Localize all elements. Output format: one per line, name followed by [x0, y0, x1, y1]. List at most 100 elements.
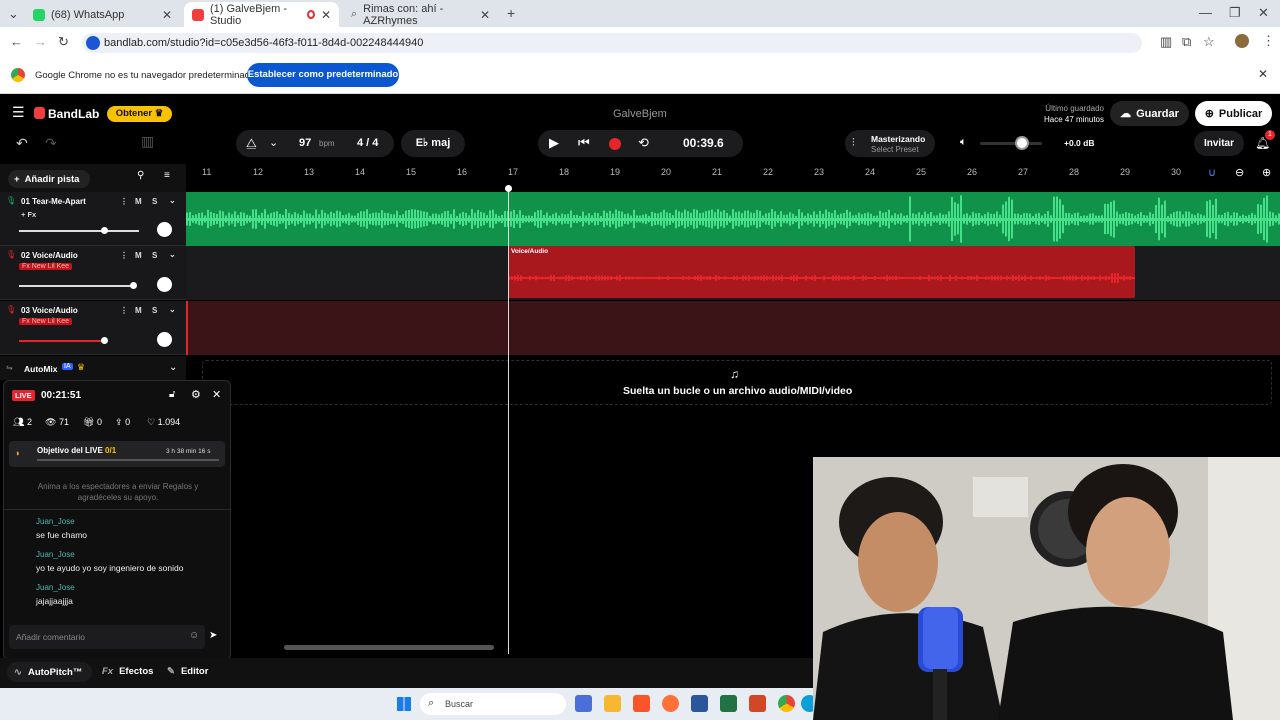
chevron-down-icon[interactable]: ⌄: [269, 136, 278, 149]
playhead[interactable]: [508, 186, 509, 654]
add-fx-button[interactable]: + Fx: [21, 210, 36, 219]
tab-whatsapp[interactable]: (68) WhatsApp ✕: [25, 2, 180, 27]
track-volume-slider[interactable]: [19, 285, 136, 287]
minimize-icon[interactable]: —: [1199, 5, 1212, 20]
brave-icon[interactable]: [633, 695, 650, 712]
project-title[interactable]: GalveBjem: [613, 108, 667, 120]
forward-icon[interactable]: →: [34, 34, 47, 49]
profile-avatar[interactable]: [1235, 34, 1249, 48]
mute-button[interactable]: M: [135, 251, 142, 260]
chevron-down-icon[interactable]: ⌄: [169, 305, 176, 314]
bpm-value[interactable]: 97: [299, 137, 311, 149]
automix-row[interactable]: ⇋ AutoMix IA ♛ ⌄: [0, 356, 186, 380]
reload-icon[interactable]: ↻: [58, 34, 69, 50]
drop-zone[interactable]: ♫ Suelta un bucle o un archivo audio/MID…: [202, 360, 1272, 405]
solo-button[interactable]: S: [152, 197, 157, 206]
magnet-snap-icon[interactable]: ∪: [1208, 166, 1216, 179]
track-lane-1[interactable]: [186, 192, 1280, 246]
volume-slider-thumb[interactable]: [101, 337, 108, 344]
playhead-handle[interactable]: [505, 185, 512, 192]
skip-back-icon[interactable]: ⏮: [578, 135, 590, 151]
settings-gear-icon[interactable]: ⚙: [191, 388, 201, 401]
powerpoint-icon[interactable]: [749, 695, 766, 712]
play-icon[interactable]: ▶: [549, 135, 559, 151]
tuning-fork-icon[interactable]: ⚲: [137, 170, 144, 181]
comment-input[interactable]: Añadir comentario ☺: [9, 625, 205, 649]
chat-username[interactable]: Juan_Jose: [36, 550, 75, 559]
track-volume-slider[interactable]: [19, 340, 104, 342]
track-lane-3[interactable]: [186, 301, 1280, 355]
bookmark-star-icon[interactable]: ☆: [1203, 34, 1215, 50]
set-default-button[interactable]: Establecer como predeterminado: [247, 63, 399, 87]
undo-icon[interactable]: ↶: [16, 135, 28, 152]
file-explorer-icon[interactable]: [604, 695, 621, 712]
mute-button[interactable]: M: [135, 306, 142, 315]
fx-preset-tag[interactable]: Fx New Lil Kee: [19, 318, 73, 325]
chevron-down-icon[interactable]: ⌄: [169, 362, 177, 373]
new-tab-icon[interactable]: +: [507, 5, 515, 21]
track-header-1[interactable]: 🎙︎ 01 Tear-Me-Apart + Fx ⋮ M S ⌄: [0, 192, 186, 246]
time-signature[interactable]: 4 / 4: [357, 137, 378, 149]
volume-slider-thumb[interactable]: [1015, 136, 1029, 150]
emoji-icon[interactable]: ☺: [189, 630, 199, 641]
zoom-out-icon[interactable]: ⊖: [1235, 166, 1244, 179]
piano-keys-icon[interactable]: ▥: [141, 133, 161, 153]
track-menu-icon[interactable]: ⋮: [120, 251, 128, 260]
tab-search-icon[interactable]: ⌄: [8, 6, 19, 22]
restore-icon[interactable]: ❐: [1229, 5, 1241, 21]
volume-icon[interactable]: 🔈︎: [960, 136, 967, 149]
track-header-3[interactable]: 🎙︎ 03 Voice/Audio Fx New Lil Kee ⋮ M S ⌄: [0, 301, 186, 355]
timeline-ruler[interactable]: 11 12 13 14 15 16 17 18 19 20 21 22 23 24 25 26 27 28 29 30: [186, 164, 1280, 182]
add-track-button[interactable]: + Añadir pista: [8, 170, 90, 188]
solo-button[interactable]: S: [152, 306, 157, 315]
site-info-icon[interactable]: [86, 36, 100, 50]
chat-username[interactable]: Juan_Jose: [36, 583, 75, 592]
send-icon[interactable]: ➤: [209, 630, 217, 641]
autopitch-button[interactable]: ∿ AutoPitch™: [7, 662, 92, 682]
close-icon[interactable]: ✕: [212, 388, 221, 401]
loop-icon[interactable]: ⟲: [638, 135, 649, 151]
chevron-down-icon[interactable]: ⌄: [169, 196, 176, 205]
back-icon[interactable]: ←: [10, 34, 23, 49]
live-goal-card[interactable]: ◗ Objetivo del LIVE 0/1 3 h 38 min 16 s: [9, 441, 225, 467]
master-volume-slider[interactable]: [980, 142, 1042, 145]
track-header-2[interactable]: 🎙︎ 02 Voice/Audio Fx New Lil Kee ⋮ M S ⌄: [0, 246, 186, 300]
hamburger-menu-icon[interactable]: ☰: [12, 105, 25, 119]
pan-knob[interactable]: [157, 222, 172, 237]
chevron-down-icon[interactable]: ⌄: [169, 250, 176, 259]
mastering-button[interactable]: ⫶ Masterizando Select Preset: [845, 130, 935, 157]
track-name[interactable]: 03 Voice/Audio: [21, 306, 78, 315]
excel-icon[interactable]: [720, 695, 737, 712]
obtener-button[interactable]: Obtener ♛: [107, 106, 172, 122]
task-view-icon[interactable]: [575, 695, 592, 712]
bandlab-logo-text[interactable]: BandLab: [48, 107, 99, 121]
fx-preset-tag[interactable]: Fx New Lil Kee: [19, 263, 73, 270]
close-icon[interactable]: ✕: [162, 8, 172, 22]
mixer-icon[interactable]: ≡: [164, 170, 170, 181]
tab-azrhymes[interactable]: ⌕ Rimas con: ahí - AZRhymes ✕: [343, 2, 498, 27]
solo-button[interactable]: S: [152, 251, 157, 260]
pan-knob[interactable]: [157, 277, 172, 292]
volume-slider-thumb[interactable]: [101, 227, 108, 234]
track-lane-2[interactable]: Voice/Audio: [186, 246, 1280, 300]
lock-icon[interactable]: 🔓︎: [169, 389, 175, 400]
track-name[interactable]: 02 Voice/Audio: [21, 251, 78, 260]
close-icon[interactable]: ✕: [480, 8, 490, 22]
mute-button[interactable]: M: [135, 197, 142, 206]
key-selector[interactable]: E♭ maj: [401, 130, 465, 157]
horizontal-scrollbar[interactable]: [284, 645, 494, 650]
windows-start-icon[interactable]: [397, 697, 411, 711]
effects-button[interactable]: Fx Efectos: [102, 666, 153, 677]
track-name[interactable]: 01 Tear-Me-Apart: [21, 197, 86, 206]
word-icon[interactable]: [691, 695, 708, 712]
track-menu-icon[interactable]: ⋮: [120, 306, 128, 315]
install-app-icon[interactable]: ⧉: [1182, 34, 1191, 50]
taskbar-search[interactable]: ⌕ Buscar: [420, 693, 566, 715]
metronome-icon[interactable]: ⧋: [246, 136, 257, 151]
publish-button[interactable]: ⊕ Publicar: [1195, 101, 1272, 126]
chrome-icon[interactable]: [778, 695, 795, 712]
chat-username[interactable]: Juan_Jose: [36, 517, 75, 526]
save-button[interactable]: ☁ Guardar: [1110, 101, 1189, 126]
volume-slider-thumb[interactable]: [130, 282, 137, 289]
reading-mode-icon[interactable]: ▥: [1160, 34, 1172, 50]
